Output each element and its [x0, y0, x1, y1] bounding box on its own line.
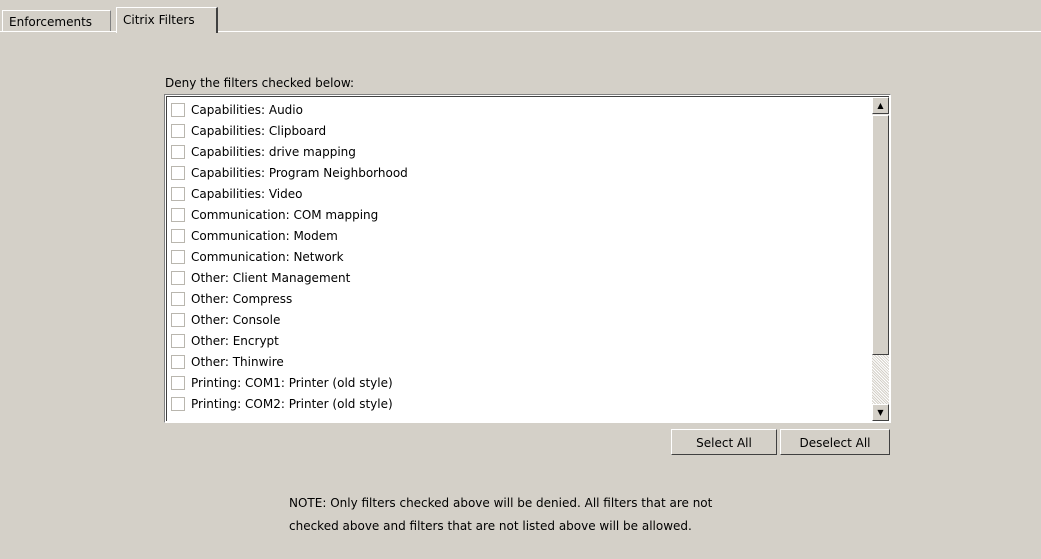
- scroll-up-button[interactable]: ▲: [872, 97, 889, 114]
- filter-label: Other: Compress: [191, 292, 293, 306]
- arrow-down-icon: ▼: [877, 408, 884, 417]
- filter-checkbox[interactable]: [171, 397, 185, 411]
- note-line-1: NOTE: Only filters checked above will be…: [289, 496, 713, 510]
- filter-checkbox[interactable]: [171, 334, 185, 348]
- list-item[interactable]: Capabilities: drive mapping: [171, 143, 861, 164]
- tab-strip: Enforcements Citrix Filters: [0, 0, 1041, 33]
- vertical-scrollbar[interactable]: ▲ ▼: [872, 97, 889, 421]
- select-all-button[interactable]: Select All: [671, 429, 777, 455]
- filter-label: Capabilities: Clipboard: [191, 124, 327, 138]
- note-line-2: checked above and filters that are not l…: [289, 519, 692, 533]
- list-item[interactable]: Capabilities: Audio: [171, 101, 861, 122]
- filter-checkbox[interactable]: [171, 313, 185, 327]
- filter-checkbox[interactable]: [171, 292, 185, 306]
- filter-label: Other: Encrypt: [191, 334, 279, 348]
- filter-checkbox[interactable]: [171, 355, 185, 369]
- filters-list: Capabilities: Audio Capabilities: Clipboa…: [171, 101, 861, 416]
- list-item[interactable]: Communication: Network: [171, 248, 861, 269]
- filter-checkbox[interactable]: [171, 145, 185, 159]
- list-item[interactable]: Other: Compress: [171, 290, 861, 311]
- filter-label: Communication: COM mapping: [191, 208, 379, 222]
- filter-label: Other: Client Management: [191, 271, 351, 285]
- filter-label: Capabilities: Video: [191, 187, 303, 201]
- filter-label: Other: Thinwire: [191, 355, 284, 369]
- list-item[interactable]: Other: Client Management: [171, 269, 861, 290]
- arrow-up-icon: ▲: [877, 101, 884, 110]
- filter-label: Capabilities: drive mapping: [191, 145, 356, 159]
- filter-checkbox[interactable]: [171, 376, 185, 390]
- list-item[interactable]: Other: Encrypt: [171, 332, 861, 353]
- list-item[interactable]: Printing: COM2: Printer (old style): [171, 395, 861, 416]
- note-text: NOTE: Only filters checked above will be…: [289, 492, 809, 538]
- tab-label: Citrix Filters: [123, 13, 195, 27]
- filter-label: Other: Console: [191, 313, 281, 327]
- tab-enforcements[interactable]: Enforcements: [2, 10, 111, 31]
- list-item[interactable]: Other: Thinwire: [171, 353, 861, 374]
- filter-label: Capabilities: Audio: [191, 103, 303, 117]
- filter-label: Capabilities: Program Neighborhood: [191, 166, 408, 180]
- list-item[interactable]: Capabilities: Program Neighborhood: [171, 164, 861, 185]
- filter-label: Communication: Network: [191, 250, 344, 264]
- list-item[interactable]: Communication: COM mapping: [171, 206, 861, 227]
- filter-label: Printing: COM2: Printer (old style): [191, 397, 393, 411]
- scroll-down-button[interactable]: ▼: [872, 404, 889, 421]
- scroll-thumb[interactable]: [872, 115, 889, 355]
- list-item[interactable]: Communication: Modem: [171, 227, 861, 248]
- filter-checkbox[interactable]: [171, 208, 185, 222]
- filter-checkbox[interactable]: [171, 250, 185, 264]
- tab-label: Enforcements: [9, 15, 93, 29]
- deselect-all-button[interactable]: Deselect All: [780, 429, 890, 455]
- filters-list-label: Deny the filters checked below:: [165, 76, 355, 90]
- filter-label: Printing: COM1: Printer (old style): [191, 376, 393, 390]
- filter-label: Communication: Modem: [191, 229, 338, 243]
- filter-checkbox[interactable]: [171, 229, 185, 243]
- filter-checkbox[interactable]: [171, 103, 185, 117]
- filter-checkbox[interactable]: [171, 271, 185, 285]
- filter-checkbox[interactable]: [171, 166, 185, 180]
- list-item[interactable]: Capabilities: Clipboard: [171, 122, 861, 143]
- filter-checkbox[interactable]: [171, 187, 185, 201]
- filters-listbox[interactable]: Capabilities: Audio Capabilities: Clipboa…: [164, 94, 891, 423]
- list-item[interactable]: Capabilities: Video: [171, 185, 861, 206]
- tab-citrix-filters[interactable]: Citrix Filters: [116, 7, 218, 33]
- list-item[interactable]: Printing: COM1: Printer (old style): [171, 374, 861, 395]
- list-item[interactable]: Other: Console: [171, 311, 861, 332]
- scroll-track[interactable]: [872, 355, 889, 404]
- filter-checkbox[interactable]: [171, 124, 185, 138]
